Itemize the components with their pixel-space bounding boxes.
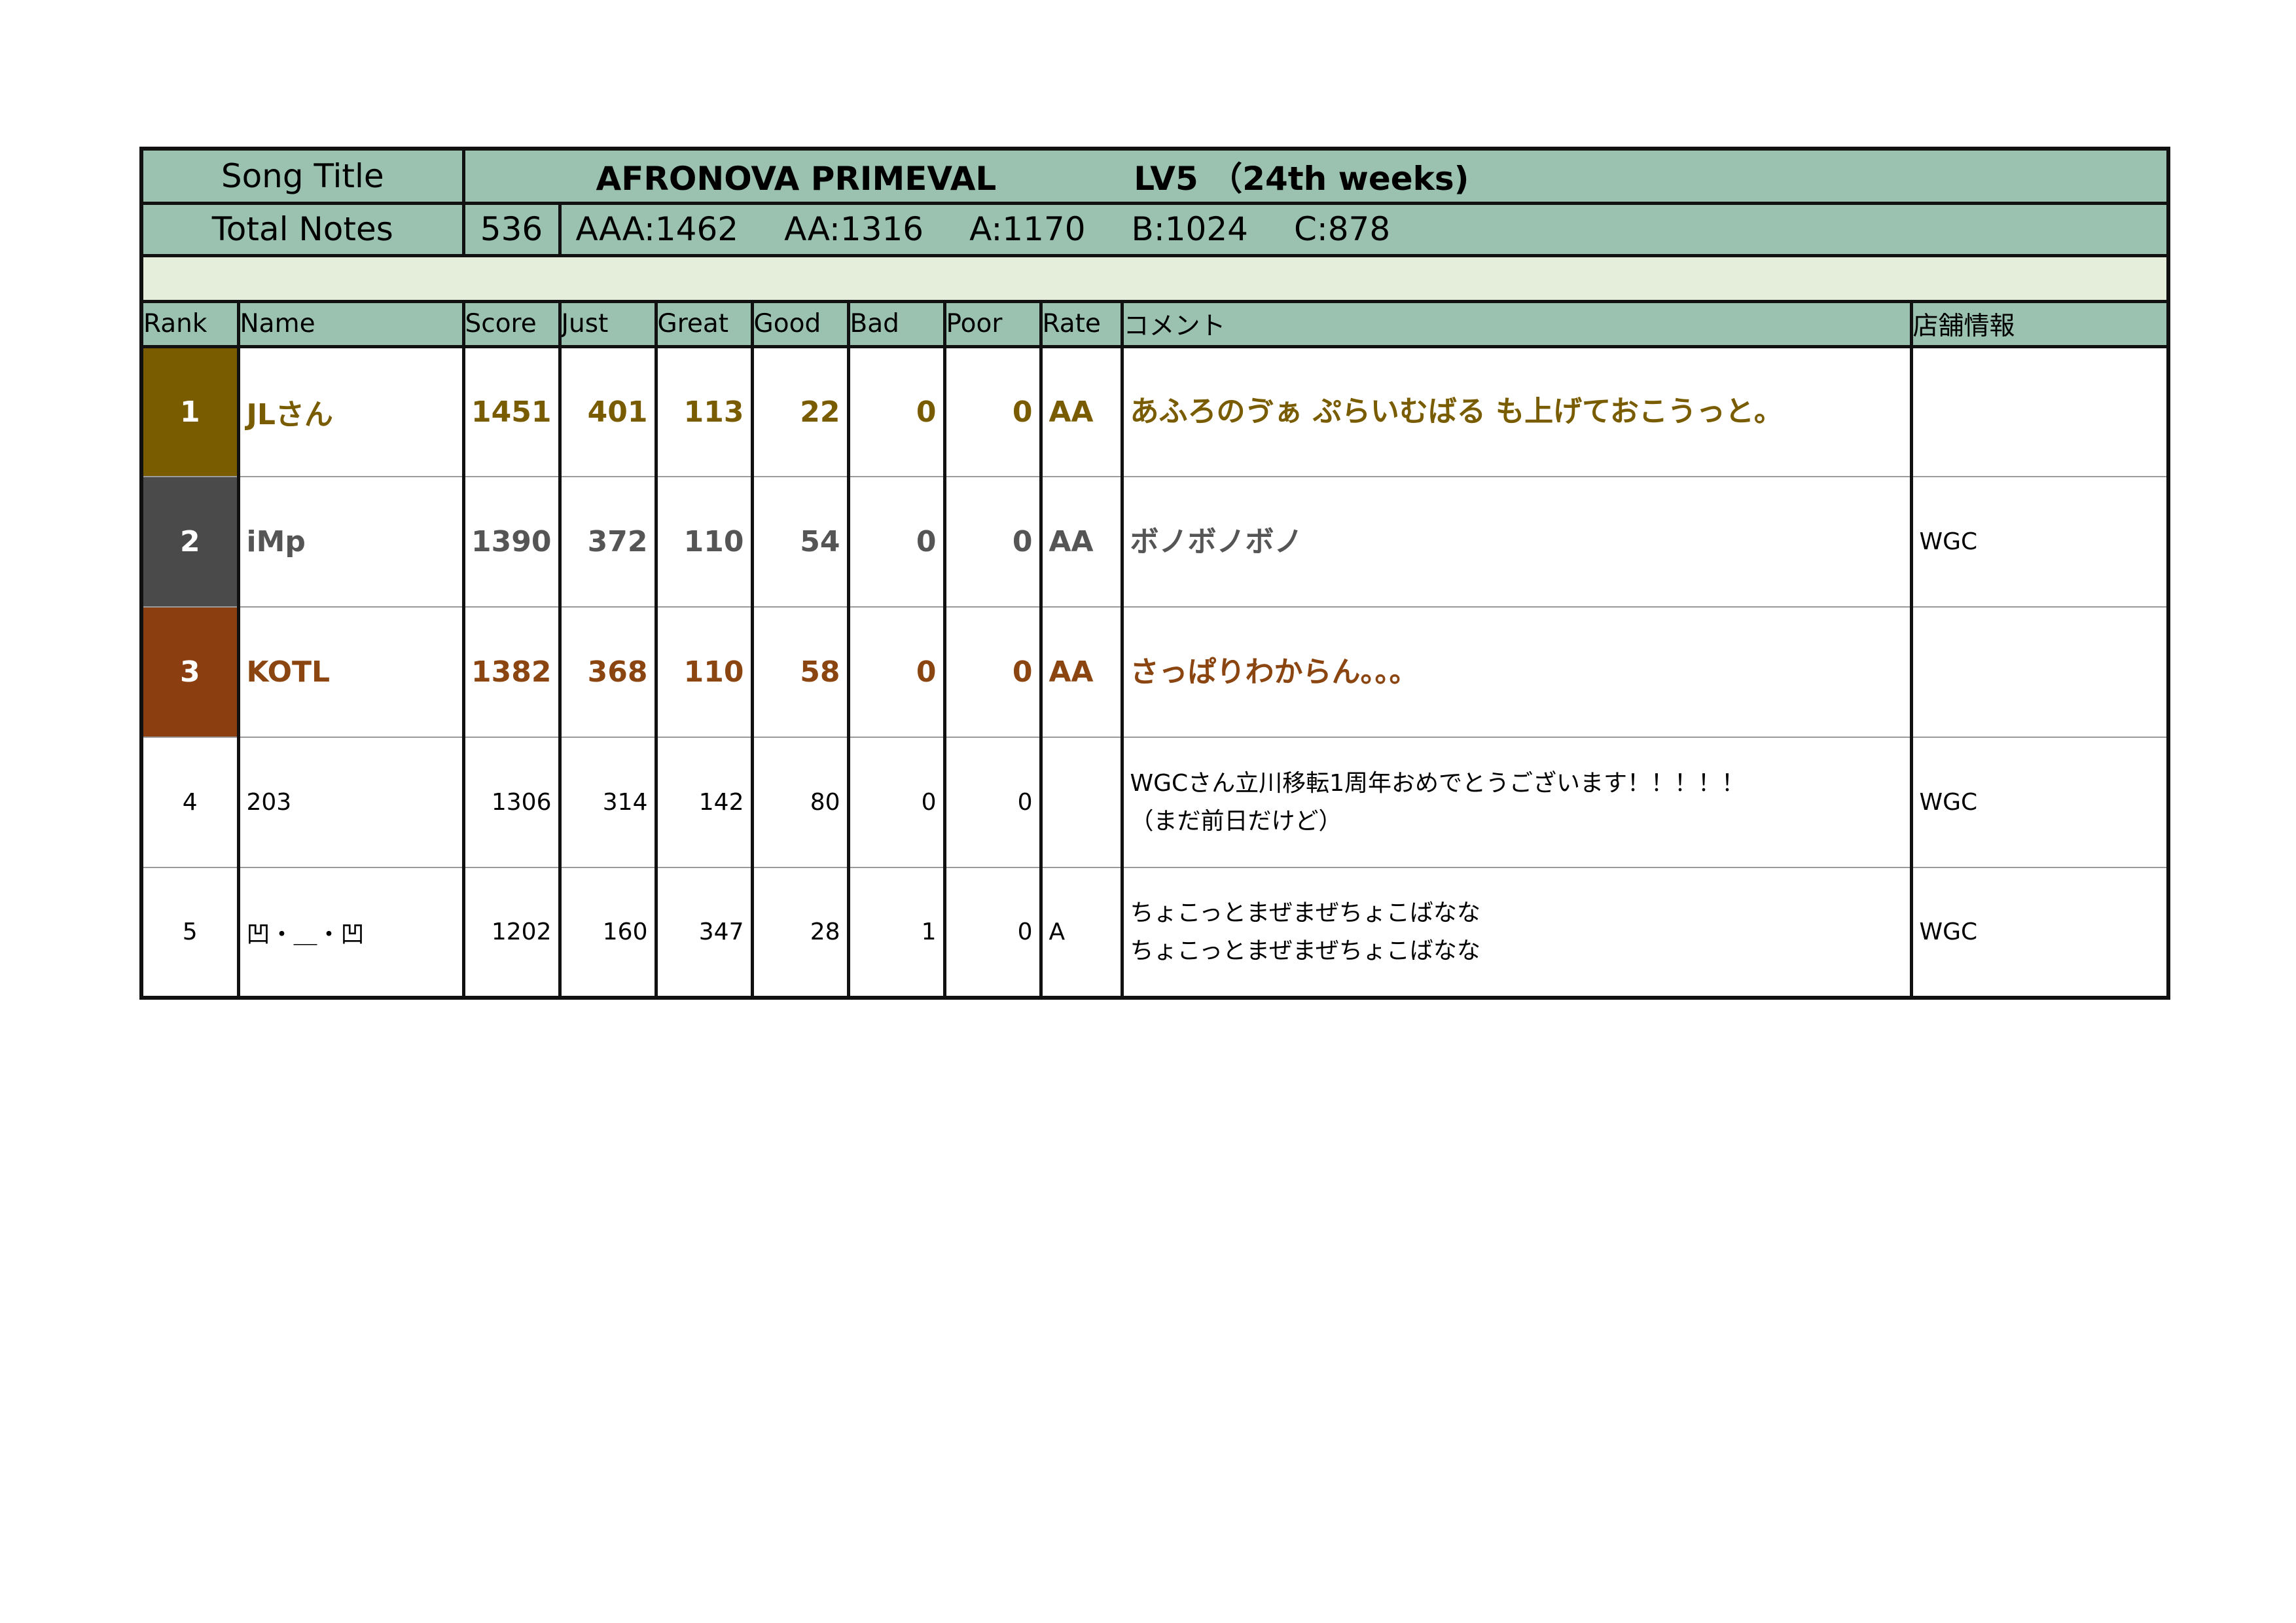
col-header-bad: Bad (848, 301, 946, 348)
col-header-good: Good (752, 301, 850, 348)
rank-cell: 2 (141, 477, 240, 608)
rank-cell: 4 (141, 737, 240, 868)
rank-cell: 5 (141, 867, 240, 998)
comment-line: さっぱりわからん。。。 (1130, 655, 1418, 689)
poor-cell: 0 (944, 737, 1043, 868)
col-header-score: Score (463, 301, 562, 348)
col-header-poor: Poor (944, 301, 1043, 348)
poor-cell: 0 (944, 346, 1043, 477)
table-row: 2 iMp 1390 372 110 54 0 0 AA ボノボノボノ WGC (141, 477, 2168, 608)
poor-cell: 0 (944, 477, 1043, 608)
bad-cell: 0 (848, 607, 946, 738)
score-cell: 1390 (463, 477, 562, 608)
player-name: 凹・＿・凹 (238, 867, 465, 998)
rate-cell (1041, 737, 1124, 868)
col-header-just: Just (560, 301, 658, 348)
col-header-name: Name (238, 301, 465, 348)
col-header-rank: Rank (141, 301, 240, 348)
ranking-sheet: Song Title AFRONOVA PRIMEVAL LV5 （24th we… (139, 147, 2170, 1000)
comment-line: （まだ前日だけど） (1130, 807, 1342, 835)
total-notes-value: 536 (463, 203, 562, 257)
threshold-aa: AA:1316 (784, 210, 924, 248)
score-cell: 1451 (463, 346, 562, 477)
song-title-cell: AFRONOVA PRIMEVAL LV5 （24th weeks) (463, 149, 2168, 205)
table-row: 4 203 1306 314 142 80 0 0 WGCさん立川移転1周年おめ… (141, 737, 2168, 868)
comment-cell: さっぱりわからん。。。 (1122, 607, 1913, 738)
great-cell: 347 (656, 867, 754, 998)
player-name: 203 (238, 737, 465, 868)
threshold-b: B:1024 (1131, 210, 1248, 248)
comment-line: ちょこっとまぜまぜちょこばなな (1130, 899, 1480, 926)
comment-line: ちょこっとまぜまぜちょこばなな (1130, 937, 1480, 964)
shop-cell (1911, 607, 2168, 738)
comment-line: WGCさん立川移転1周年おめでとうございます！！！！！ (1130, 769, 1746, 797)
shop-cell (1911, 346, 2168, 477)
rate-cell: A (1041, 867, 1124, 998)
col-header-comment: コメント (1122, 301, 1913, 348)
just-cell: 314 (560, 737, 658, 868)
bad-cell: 1 (848, 867, 946, 998)
good-cell: 54 (752, 477, 850, 608)
spacer-cell (141, 255, 2168, 303)
comment-line: あふろのゔぁ ぷらいむばる も上げておこうっと。 (1130, 395, 1783, 429)
column-header-row: Rank Name Score Just Great Good Bad Poor… (141, 301, 2168, 348)
rank-cell: 3 (141, 607, 240, 738)
player-name: JLさん (238, 346, 465, 477)
score-cell: 1382 (463, 607, 562, 738)
threshold-c: C:878 (1293, 210, 1391, 248)
just-cell: 372 (560, 477, 658, 608)
song-title-label: Song Title (141, 149, 465, 205)
table-row: 1 JLさん 1451 401 113 22 0 0 AA あふろのゔぁ ぷらい… (141, 346, 2168, 477)
rank-cell: 1 (141, 346, 240, 477)
shop-cell: WGC (1911, 737, 2168, 868)
col-header-great: Great (656, 301, 754, 348)
song-title: AFRONOVA PRIMEVAL (596, 159, 997, 198)
good-cell: 80 (752, 737, 850, 868)
col-header-rate: Rate (1041, 301, 1124, 348)
rate-cell: AA (1041, 477, 1124, 608)
total-notes-label: Total Notes (141, 203, 465, 257)
score-cell: 1306 (463, 737, 562, 868)
bad-cell: 0 (848, 346, 946, 477)
threshold-a: A:1170 (969, 210, 1086, 248)
great-cell: 142 (656, 737, 754, 868)
good-cell: 58 (752, 607, 850, 738)
comment-cell: WGCさん立川移転1周年おめでとうございます！！！！！ （まだ前日だけど） (1122, 737, 1913, 868)
shop-cell: WGC (1911, 477, 2168, 608)
poor-cell: 0 (944, 867, 1043, 998)
great-cell: 113 (656, 346, 754, 477)
comment-cell: あふろのゔぁ ぷらいむばる も上げておこうっと。 (1122, 346, 1913, 477)
just-cell: 368 (560, 607, 658, 738)
col-header-shop: 店舗情報 (1911, 301, 2168, 348)
bad-cell: 0 (848, 737, 946, 868)
song-level: LV5 （24th weeks) (1134, 159, 1469, 198)
table-row: 5 凹・＿・凹 1202 160 347 28 1 0 A ちょこっとまぜまぜち… (141, 867, 2168, 998)
score-cell: 1202 (463, 867, 562, 998)
song-title-row: Song Title AFRONOVA PRIMEVAL LV5 （24th we… (141, 149, 2168, 205)
player-name: iMp (238, 477, 465, 608)
great-cell: 110 (656, 607, 754, 738)
comment-line: ボノボノボノ (1130, 524, 1303, 558)
grade-thresholds: AAA:1462 AA:1316 A:1170 B:1024 C:878 (560, 203, 2168, 257)
comment-cell: ボノボノボノ (1122, 477, 1913, 608)
shop-cell: WGC (1919, 919, 1978, 945)
player-name: KOTL (238, 607, 465, 738)
bad-cell: 0 (848, 477, 946, 608)
rate-cell: AA (1041, 346, 1124, 477)
poor-cell: 0 (944, 607, 1043, 738)
spacer-row (141, 255, 2168, 303)
good-cell: 22 (752, 346, 850, 477)
threshold-aaa: AAA:1462 (575, 210, 739, 248)
table-row: 3 KOTL 1382 368 110 58 0 0 AA さっぱりわからん。。… (141, 607, 2168, 738)
rate-cell: AA (1041, 607, 1124, 738)
comment-cell: ちょこっとまぜまぜちょこばなな ちょこっとまぜまぜちょこばなな (1122, 867, 1913, 998)
great-cell: 110 (656, 477, 754, 608)
just-cell: 401 (560, 346, 658, 477)
good-cell: 28 (752, 867, 850, 998)
total-notes-row: Total Notes 536 AAA:1462 AA:1316 A:1170 B:1… (141, 203, 2168, 257)
just-cell: 160 (560, 867, 658, 998)
